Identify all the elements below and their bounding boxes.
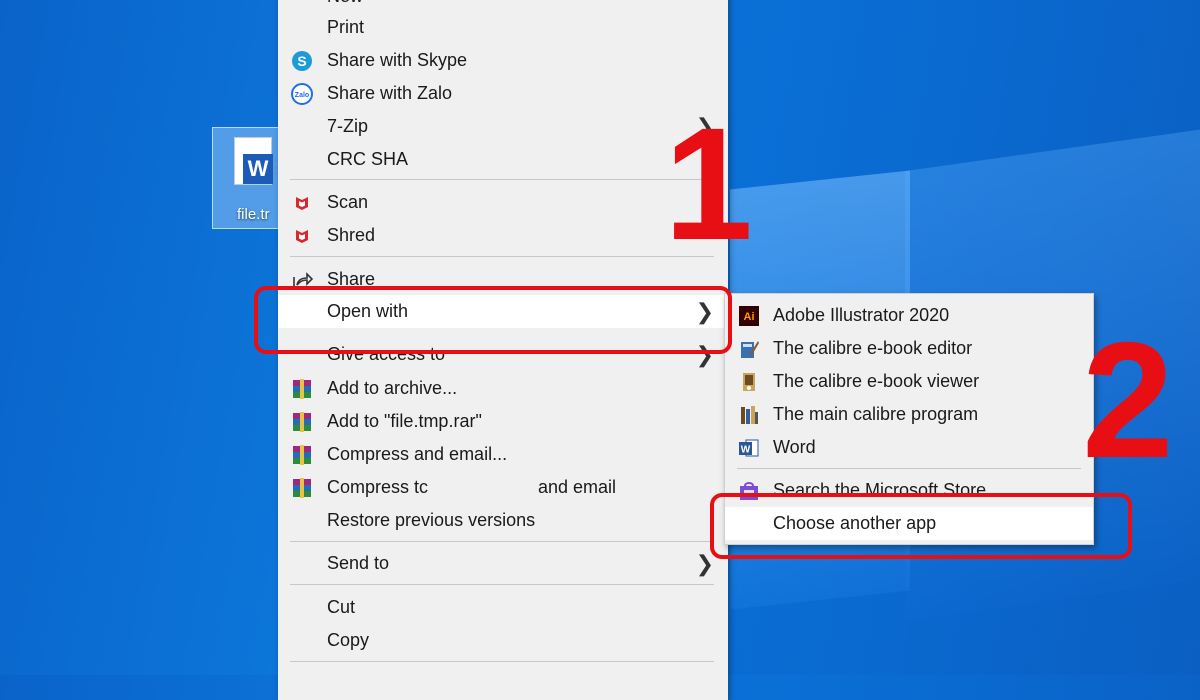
menu-separator (290, 179, 714, 180)
svg-text:S: S (297, 53, 306, 69)
menu-item-compress-to-rar-and-email[interactable]: Compress tc and email (278, 471, 728, 504)
winrar-icon (293, 445, 311, 465)
menu-separator (290, 256, 714, 257)
calibre-icon (741, 406, 758, 424)
word-document-icon: W (235, 138, 287, 184)
menu-item-cut[interactable]: Cut (278, 591, 728, 624)
svg-text:W: W (741, 445, 751, 456)
step-number-1: 1 (664, 94, 753, 273)
svg-text:Ai: Ai (744, 311, 755, 323)
menu-item-print[interactable]: Print (278, 11, 728, 44)
zalo-icon: Zalo (291, 83, 313, 105)
word-icon: W (739, 439, 759, 457)
menu-item-scan[interactable]: Scan (278, 186, 728, 219)
svg-text:Zalo: Zalo (295, 92, 309, 99)
winrar-icon (293, 478, 311, 498)
mcafee-icon (296, 230, 308, 243)
menu-item-crc-sha[interactable]: CRC SHA (278, 143, 728, 176)
highlight-ring-open-with (254, 286, 732, 354)
submenu-item-calibre-editor[interactable]: The calibre e-book editor (725, 332, 1093, 365)
submenu-item-adobe-illustrator[interactable]: Ai Adobe Illustrator 2020 (725, 299, 1093, 332)
winrar-icon (293, 379, 311, 399)
menu-separator (290, 661, 714, 662)
step-number-2: 2 (1082, 308, 1174, 492)
submenu-item-word[interactable]: W Word (725, 431, 1093, 464)
menu-item-shred[interactable]: Shred (278, 219, 728, 252)
desktop-file-icon[interactable]: W file.tr (212, 127, 287, 229)
mcafee-icon (296, 197, 308, 210)
menu-item-7zip[interactable]: 7-Zip ❯ (278, 110, 728, 143)
illustrator-icon: Ai (739, 306, 759, 326)
menu-item-send-to[interactable]: Send to ❯ (278, 547, 728, 580)
submenu-item-calibre-viewer[interactable]: The calibre e-book viewer (725, 365, 1093, 398)
menu-item-share-with-zalo[interactable]: Zalo Share with Zalo (278, 77, 728, 110)
menu-separator (290, 541, 714, 542)
menu-item-add-to-rar[interactable]: Add to "file.tmp.rar" (278, 405, 728, 438)
skype-icon: S (292, 51, 312, 71)
submenu-separator (737, 468, 1081, 469)
desktop-file-label[interactable]: file.tr (237, 206, 270, 223)
menu-item-compress-and-email[interactable]: Compress and email... (278, 438, 728, 471)
submenu-item-calibre-main[interactable]: The main calibre program (725, 398, 1093, 431)
menu-item-copy[interactable]: Copy (278, 624, 728, 657)
winrar-icon (293, 412, 311, 432)
menu-item-restore-previous-versions[interactable]: Restore previous versions (278, 504, 728, 537)
menu-item-add-to-archive[interactable]: Add to archive... (278, 372, 728, 405)
calibre-editor-icon (741, 341, 759, 358)
menu-separator (290, 584, 714, 585)
highlight-ring-choose-another-app (710, 493, 1132, 559)
menu-item-share-with-skype[interactable]: S Share with Skype (278, 44, 728, 77)
calibre-viewer-icon (743, 373, 755, 391)
